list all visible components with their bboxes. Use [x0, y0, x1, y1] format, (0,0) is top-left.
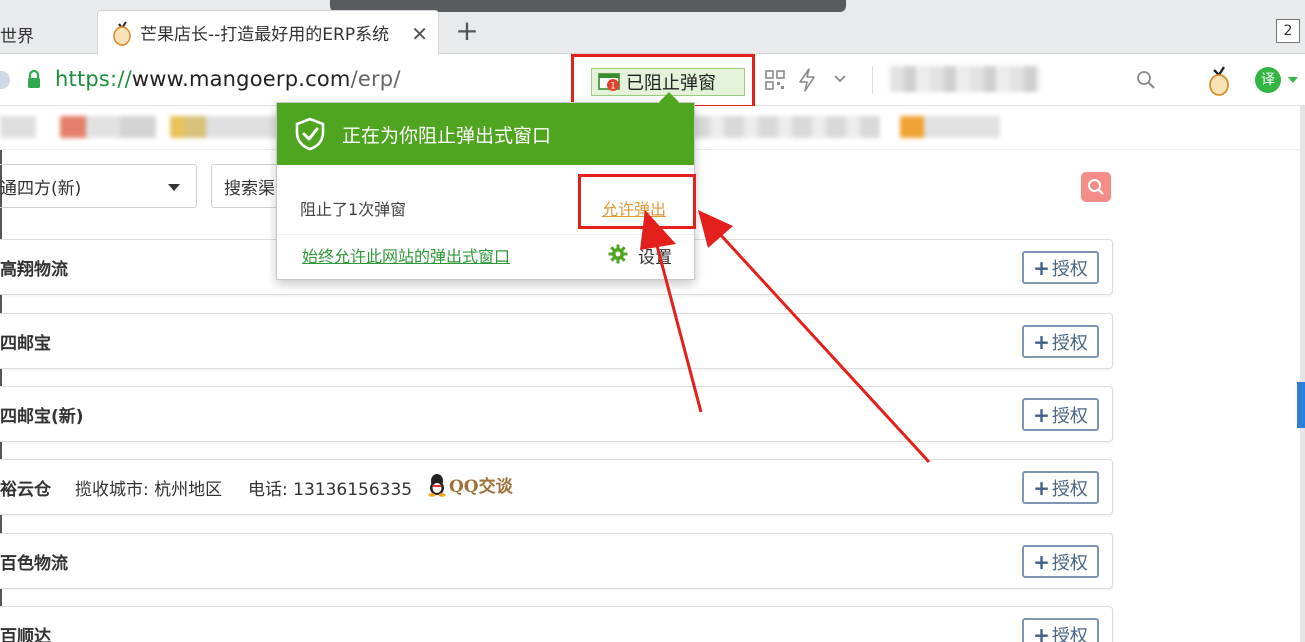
channel-search-button[interactable]: [1081, 172, 1111, 202]
plus-icon: +: [1033, 549, 1050, 574]
qr-code-icon[interactable]: [765, 70, 785, 90]
side-panel-tab[interactable]: [1297, 382, 1305, 428]
blurred-bookmark: [690, 116, 880, 138]
plus-icon: +: [1033, 402, 1050, 427]
authorize-button[interactable]: + 授权: [1022, 251, 1099, 284]
qq-penguin-icon: [428, 473, 446, 497]
carrier-name: 四邮宝(新): [0, 407, 84, 427]
tab-active-title: 芒果店长--打造最好用的ERP系统: [140, 25, 390, 45]
carrier-name: 百顺达: [0, 627, 51, 642]
pickup-city: 揽收城市: 杭州地区: [75, 480, 223, 500]
plus-icon: +: [1033, 622, 1050, 642]
scrollbar-track[interactable]: [1300, 106, 1305, 642]
channel-select-value: 通四方(新): [0, 178, 82, 199]
popup-header: 正在为你阻止弹出式窗口: [277, 103, 694, 165]
authorize-button[interactable]: + 授权: [1022, 471, 1099, 504]
tab-active[interactable]: 芒果店长--打造最好用的ERP系统 ✕: [97, 10, 439, 54]
authorize-button[interactable]: + 授权: [1022, 618, 1099, 642]
popup-blocked-message: 阻止了1次弹窗: [300, 200, 407, 219]
popup-divider: [277, 234, 694, 235]
shield-check-icon: [295, 117, 325, 151]
authorize-label: 授权: [1051, 332, 1088, 354]
carrier-name: 高翔物流: [0, 260, 68, 280]
tab-close-icon[interactable]: ✕: [411, 22, 428, 46]
select-caret-icon: [168, 184, 180, 191]
carrier-card: 四邮宝(新) + 授权: [0, 386, 1113, 442]
tab-count-badge[interactable]: 2: [1276, 19, 1300, 43]
mango-favicon-icon: [113, 20, 131, 46]
authorize-label: 授权: [1051, 552, 1088, 574]
toolbar-divider: [872, 66, 873, 94]
authorize-button[interactable]: + 授权: [1022, 325, 1099, 358]
lightning-icon[interactable]: [797, 68, 817, 92]
carrier-card: 百色物流 + 授权: [0, 533, 1113, 589]
always-allow-link[interactable]: 始终允许此网站的弹出式窗口: [302, 243, 510, 267]
url-scheme: https://: [55, 67, 132, 91]
plus-icon: +: [1033, 255, 1050, 280]
url-field[interactable]: https://www.mangoerp.com/erp/: [55, 67, 401, 91]
authorize-button[interactable]: + 授权: [1022, 545, 1099, 578]
popup-settings-link[interactable]: 设置: [638, 243, 672, 268]
channel-select[interactable]: 通四方(新): [0, 164, 197, 208]
blurred-bookmark: [170, 116, 280, 138]
url-domain: www.mangoerp.com: [131, 67, 351, 91]
carrier-name: 四邮宝: [0, 334, 51, 354]
carrier-card: 四邮宝 + 授权: [0, 313, 1113, 369]
carrier-name: 百色物流: [0, 554, 68, 574]
authorize-label: 授权: [1051, 405, 1088, 427]
security-globe-icon: [0, 71, 10, 89]
plus-icon: +: [1033, 475, 1050, 500]
blurred-bookmark: [60, 116, 156, 138]
annotation-highlight-allow: [578, 174, 696, 229]
carrier-name: 裕云仓: [0, 480, 51, 500]
search-icon: [1088, 179, 1104, 195]
lock-icon: [28, 69, 40, 88]
qq-chat-label: QQ交谈: [449, 477, 513, 497]
tab-previous[interactable]: 世界: [0, 14, 94, 54]
translate-icon[interactable]: 译: [1255, 67, 1281, 93]
gear-icon[interactable]: [608, 244, 628, 264]
authorize-label: 授权: [1051, 478, 1088, 500]
popup-title: 正在为你阻止弹出式窗口: [342, 124, 552, 147]
authorize-button[interactable]: + 授权: [1022, 398, 1099, 431]
plus-icon: +: [1033, 329, 1050, 354]
blurred-account-area: [890, 66, 1040, 92]
blurred-bookmark: [900, 116, 1000, 138]
carrier-phone: 电话: 13136156335: [248, 480, 413, 500]
chevron-down-icon[interactable]: [833, 72, 847, 86]
url-path: /erp/: [350, 67, 401, 91]
authorize-label: 授权: [1051, 625, 1088, 642]
carrier-card: 裕云仓 揽收城市: 杭州地区 电话: 13136156335 QQ交谈 + 授权: [0, 459, 1113, 515]
blurred-bookmark: [0, 116, 36, 138]
tab-previous-label: 世界: [0, 26, 34, 47]
search-icon[interactable]: [1136, 70, 1156, 90]
qq-chat-link[interactable]: QQ交谈: [427, 472, 513, 497]
mango-logo-icon[interactable]: [1206, 64, 1232, 96]
tab-strip: 世界 芒果店长--打造最好用的ERP系统 ✕ + 2: [0, 0, 1305, 54]
authorize-label: 授权: [1051, 258, 1088, 280]
carrier-card: 百顺达 + 授权: [0, 606, 1113, 642]
translate-menu-caret-icon[interactable]: [1288, 77, 1298, 83]
new-tab-button[interactable]: +: [452, 17, 482, 47]
